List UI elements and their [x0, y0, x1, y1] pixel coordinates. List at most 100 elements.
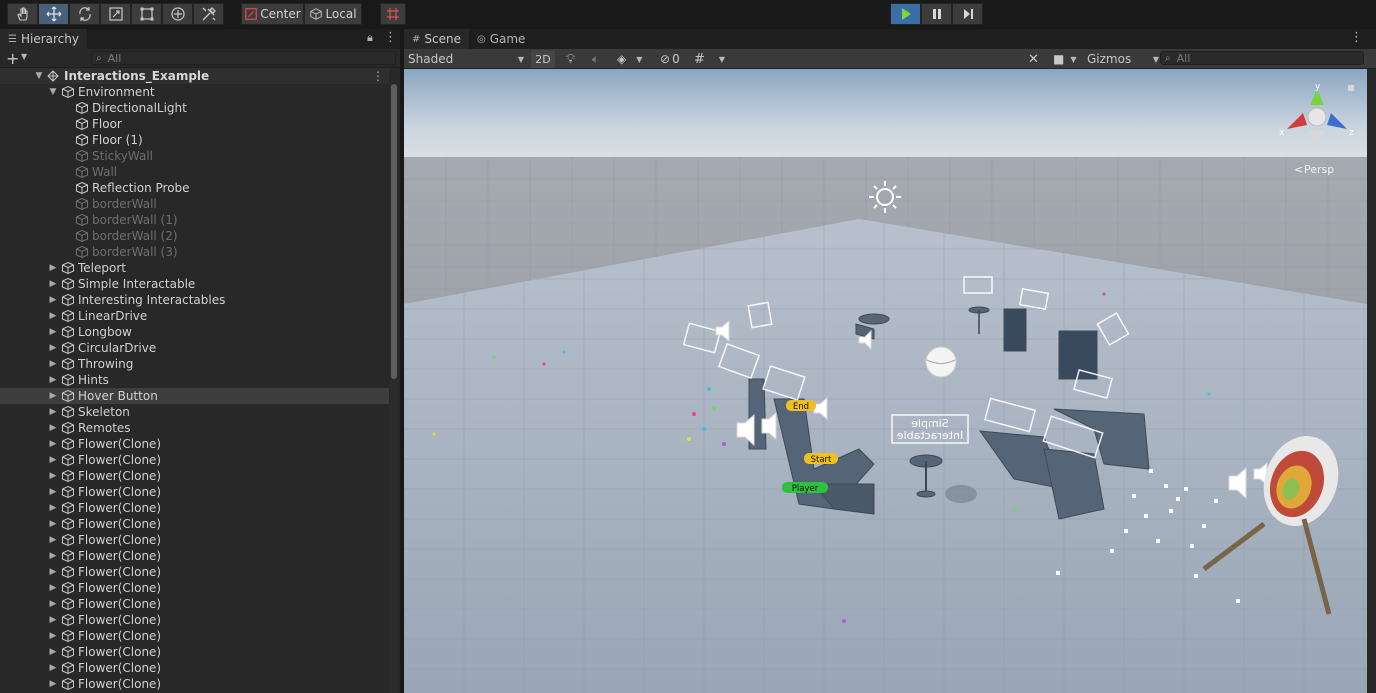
hierarchy-item[interactable]: ▶ Flower(Clone) — [0, 468, 389, 484]
hierarchy-item[interactable]: borderWall — [0, 196, 389, 212]
hierarchy-scrollbar[interactable] — [390, 84, 398, 693]
collapse-arrow-icon[interactable]: ▶ — [48, 327, 58, 337]
tab-hierarchy[interactable]: ☰ Hierarchy — [0, 29, 87, 49]
hierarchy-item[interactable]: Wall — [0, 164, 389, 180]
hierarchy-item[interactable]: ▶ Flower(Clone) — [0, 452, 389, 468]
scene-viewport[interactable]: Simple Interactable End Start Player y x… — [404, 69, 1367, 693]
create-plus-icon[interactable]: + — [6, 49, 19, 68]
custom-tools-button[interactable] — [193, 3, 224, 25]
hierarchy-item[interactable]: ▶ Flower(Clone) — [0, 628, 389, 644]
tab-game[interactable]: ◎ Game — [468, 29, 534, 49]
tab-scene[interactable]: # Scene — [404, 29, 469, 49]
collapse-arrow-icon[interactable]: ▶ — [48, 375, 58, 385]
scene-tools-button[interactable]: ✕ — [1028, 50, 1039, 68]
hierarchy-item[interactable]: ▶ Flower(Clone) — [0, 548, 389, 564]
collapse-arrow-icon[interactable]: ▶ — [48, 535, 58, 545]
hierarchy-item[interactable]: borderWall (3) — [0, 244, 389, 260]
effects-toggle-button[interactable]: ◈ ▼ — [617, 50, 642, 68]
hierarchy-item[interactable]: borderWall (1) — [0, 212, 389, 228]
collapse-arrow-icon[interactable]: ▶ — [48, 279, 58, 289]
expand-arrow-icon[interactable]: ▼ — [48, 87, 58, 97]
pause-button[interactable] — [921, 3, 952, 25]
hierarchy-item[interactable]: ▶ Flower(Clone) — [0, 596, 389, 612]
hierarchy-item[interactable]: ▶ Flower(Clone) — [0, 500, 389, 516]
hierarchy-item[interactable]: ▶ Flower(Clone) — [0, 580, 389, 596]
gizmo-lock-icon[interactable] — [1348, 85, 1354, 91]
hierarchy-item[interactable]: DirectionalLight — [0, 100, 389, 116]
scale-tool-button[interactable] — [100, 3, 131, 25]
collapse-arrow-icon[interactable]: ▶ — [48, 615, 58, 625]
pivot-mode-button[interactable]: Center — [241, 3, 304, 25]
scene-search-input[interactable]: ⌕ All — [1160, 51, 1364, 65]
hierarchy-item[interactable]: ▼ Environment — [0, 84, 389, 100]
hierarchy-search-input[interactable]: ⌕ All — [91, 51, 396, 65]
collapse-arrow-icon[interactable]: ▶ — [48, 359, 58, 369]
hierarchy-scrollbar-thumb[interactable] — [391, 84, 397, 379]
hierarchy-item[interactable]: ▶ Flower(Clone) — [0, 676, 389, 692]
collapse-arrow-icon[interactable]: ▶ — [48, 487, 58, 497]
collapse-arrow-icon[interactable]: ▶ — [48, 311, 58, 321]
collapse-arrow-icon[interactable]: ▶ — [48, 503, 58, 513]
transform-tool-button[interactable] — [162, 3, 193, 25]
scene-kebab-icon[interactable]: ⋮ — [372, 69, 384, 83]
hierarchy-item[interactable]: borderWall (2) — [0, 228, 389, 244]
hidden-objects-toggle[interactable]: ⊘ 0 — [660, 50, 680, 68]
rotate-tool-button[interactable] — [69, 3, 100, 25]
collapse-arrow-icon[interactable]: ▶ — [48, 519, 58, 529]
hierarchy-item[interactable]: Floor (1) — [0, 132, 389, 148]
collapse-arrow-icon[interactable]: ▶ — [48, 423, 58, 433]
collapse-arrow-icon[interactable]: ▶ — [48, 407, 58, 417]
create-dropdown-icon[interactable]: ▼ — [21, 52, 27, 61]
collapse-arrow-icon[interactable]: ▶ — [48, 391, 58, 401]
hierarchy-item[interactable]: ▶ Hints — [0, 372, 389, 388]
collapse-arrow-icon[interactable]: ▶ — [48, 647, 58, 657]
pivot-rotation-button[interactable]: Local — [304, 3, 362, 25]
hand-tool-button[interactable] — [7, 3, 38, 25]
grid-snap-button[interactable] — [380, 3, 406, 25]
hierarchy-item[interactable]: ▶ Flower(Clone) — [0, 564, 389, 580]
hierarchy-item[interactable]: ▶ Throwing — [0, 356, 389, 372]
draw-mode-dropdown[interactable]: Shaded ▼ — [408, 50, 524, 68]
collapse-arrow-icon[interactable]: ▶ — [48, 471, 58, 481]
collapse-arrow-icon[interactable]: ▶ — [48, 263, 58, 273]
collapse-arrow-icon[interactable]: ▶ — [48, 455, 58, 465]
hierarchy-item[interactable]: ▶ Teleport — [0, 260, 389, 276]
hierarchy-item[interactable]: ▶ Skeleton — [0, 404, 389, 420]
hierarchy-item[interactable]: ▶ Interesting Interactables — [0, 292, 389, 308]
gizmos-dropdown[interactable]: Gizmos ▼ — [1087, 50, 1159, 68]
collapse-arrow-icon[interactable]: ▶ — [48, 599, 58, 609]
projection-toggle[interactable]: < Persp — [1294, 163, 1334, 176]
collapse-arrow-icon[interactable]: ▶ — [48, 679, 58, 689]
hierarchy-item[interactable]: Floor — [0, 116, 389, 132]
grid-toggle-button[interactable]: # ▼ — [694, 50, 725, 68]
collapse-arrow-icon[interactable]: ▶ — [48, 663, 58, 673]
hierarchy-item[interactable]: ▶ Flower(Clone) — [0, 532, 389, 548]
hierarchy-item[interactable]: StickyWall — [0, 148, 389, 164]
scene-kebab-menu-icon[interactable]: ⋮ — [1350, 30, 1363, 45]
camera-settings-button[interactable]: ■ ▼ — [1053, 50, 1077, 68]
collapse-arrow-icon[interactable]: ▶ — [48, 631, 58, 641]
hierarchy-item[interactable]: ▶ Hover Button — [0, 388, 389, 404]
hierarchy-scene-root[interactable]: ▼ Interactions_Example ⋮ — [0, 68, 389, 84]
hierarchy-item[interactable]: ▶ Flower(Clone) — [0, 436, 389, 452]
hierarchy-item[interactable]: ▶ Flower(Clone) — [0, 644, 389, 660]
expand-arrow-icon[interactable]: ▼ — [34, 71, 44, 81]
step-button[interactable] — [952, 3, 983, 25]
hierarchy-item[interactable]: ▶ Flower(Clone) — [0, 612, 389, 628]
lighting-toggle-button[interactable]: 💡︎ — [566, 50, 575, 68]
hierarchy-item[interactable]: ▶ Remotes — [0, 420, 389, 436]
collapse-arrow-icon[interactable]: ▶ — [48, 583, 58, 593]
move-tool-button[interactable] — [38, 3, 69, 25]
collapse-arrow-icon[interactable]: ▶ — [48, 343, 58, 353]
lock-icon[interactable]: 🔒︎ — [367, 31, 373, 45]
hierarchy-item[interactable]: ▶ LinearDrive — [0, 308, 389, 324]
hierarchy-item[interactable]: ▶ Simple Interactable — [0, 276, 389, 292]
kebab-menu-icon[interactable]: ⋮ — [384, 30, 397, 45]
hierarchy-item[interactable]: ▶ Longbow — [0, 324, 389, 340]
collapse-arrow-icon[interactable]: ▶ — [48, 567, 58, 577]
audio-toggle-button[interactable]: 🔈︎ — [592, 50, 599, 68]
collapse-arrow-icon[interactable]: ▶ — [48, 295, 58, 305]
mode-2d-button[interactable]: 2D — [531, 50, 555, 68]
collapse-arrow-icon[interactable]: ▶ — [48, 551, 58, 561]
hierarchy-item[interactable]: ▶ Flower(Clone) — [0, 660, 389, 676]
